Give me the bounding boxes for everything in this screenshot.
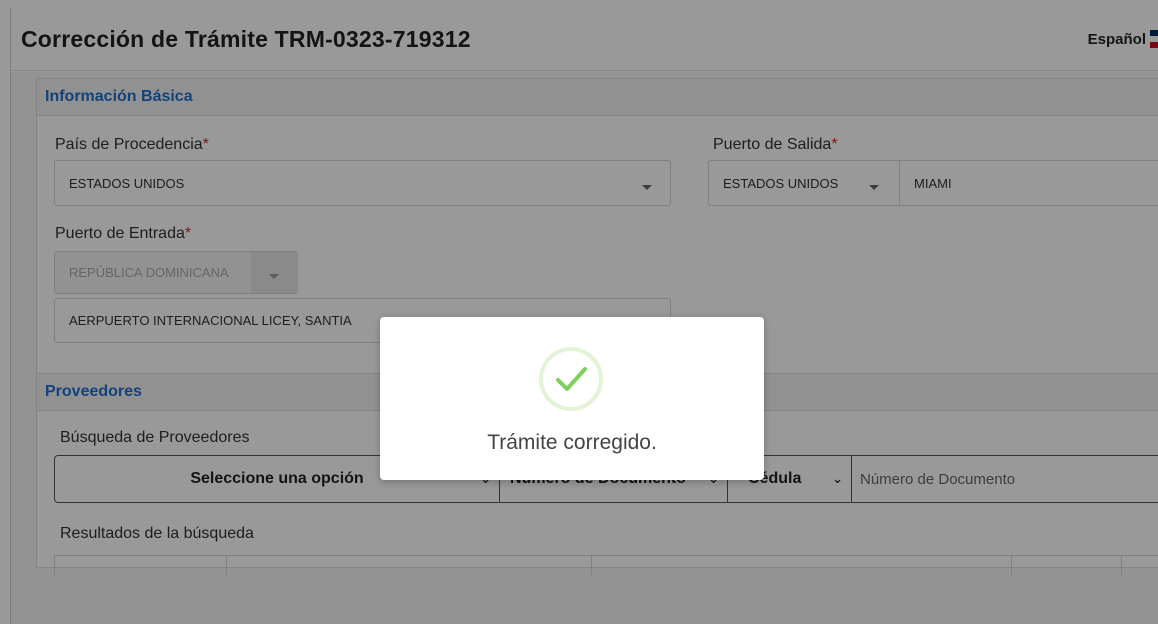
modal-backdrop[interactable] xyxy=(0,0,1158,624)
success-dialog: Trámite corregido. xyxy=(380,317,764,480)
success-check-icon xyxy=(539,347,603,411)
dialog-message: Trámite corregido. xyxy=(487,431,657,454)
